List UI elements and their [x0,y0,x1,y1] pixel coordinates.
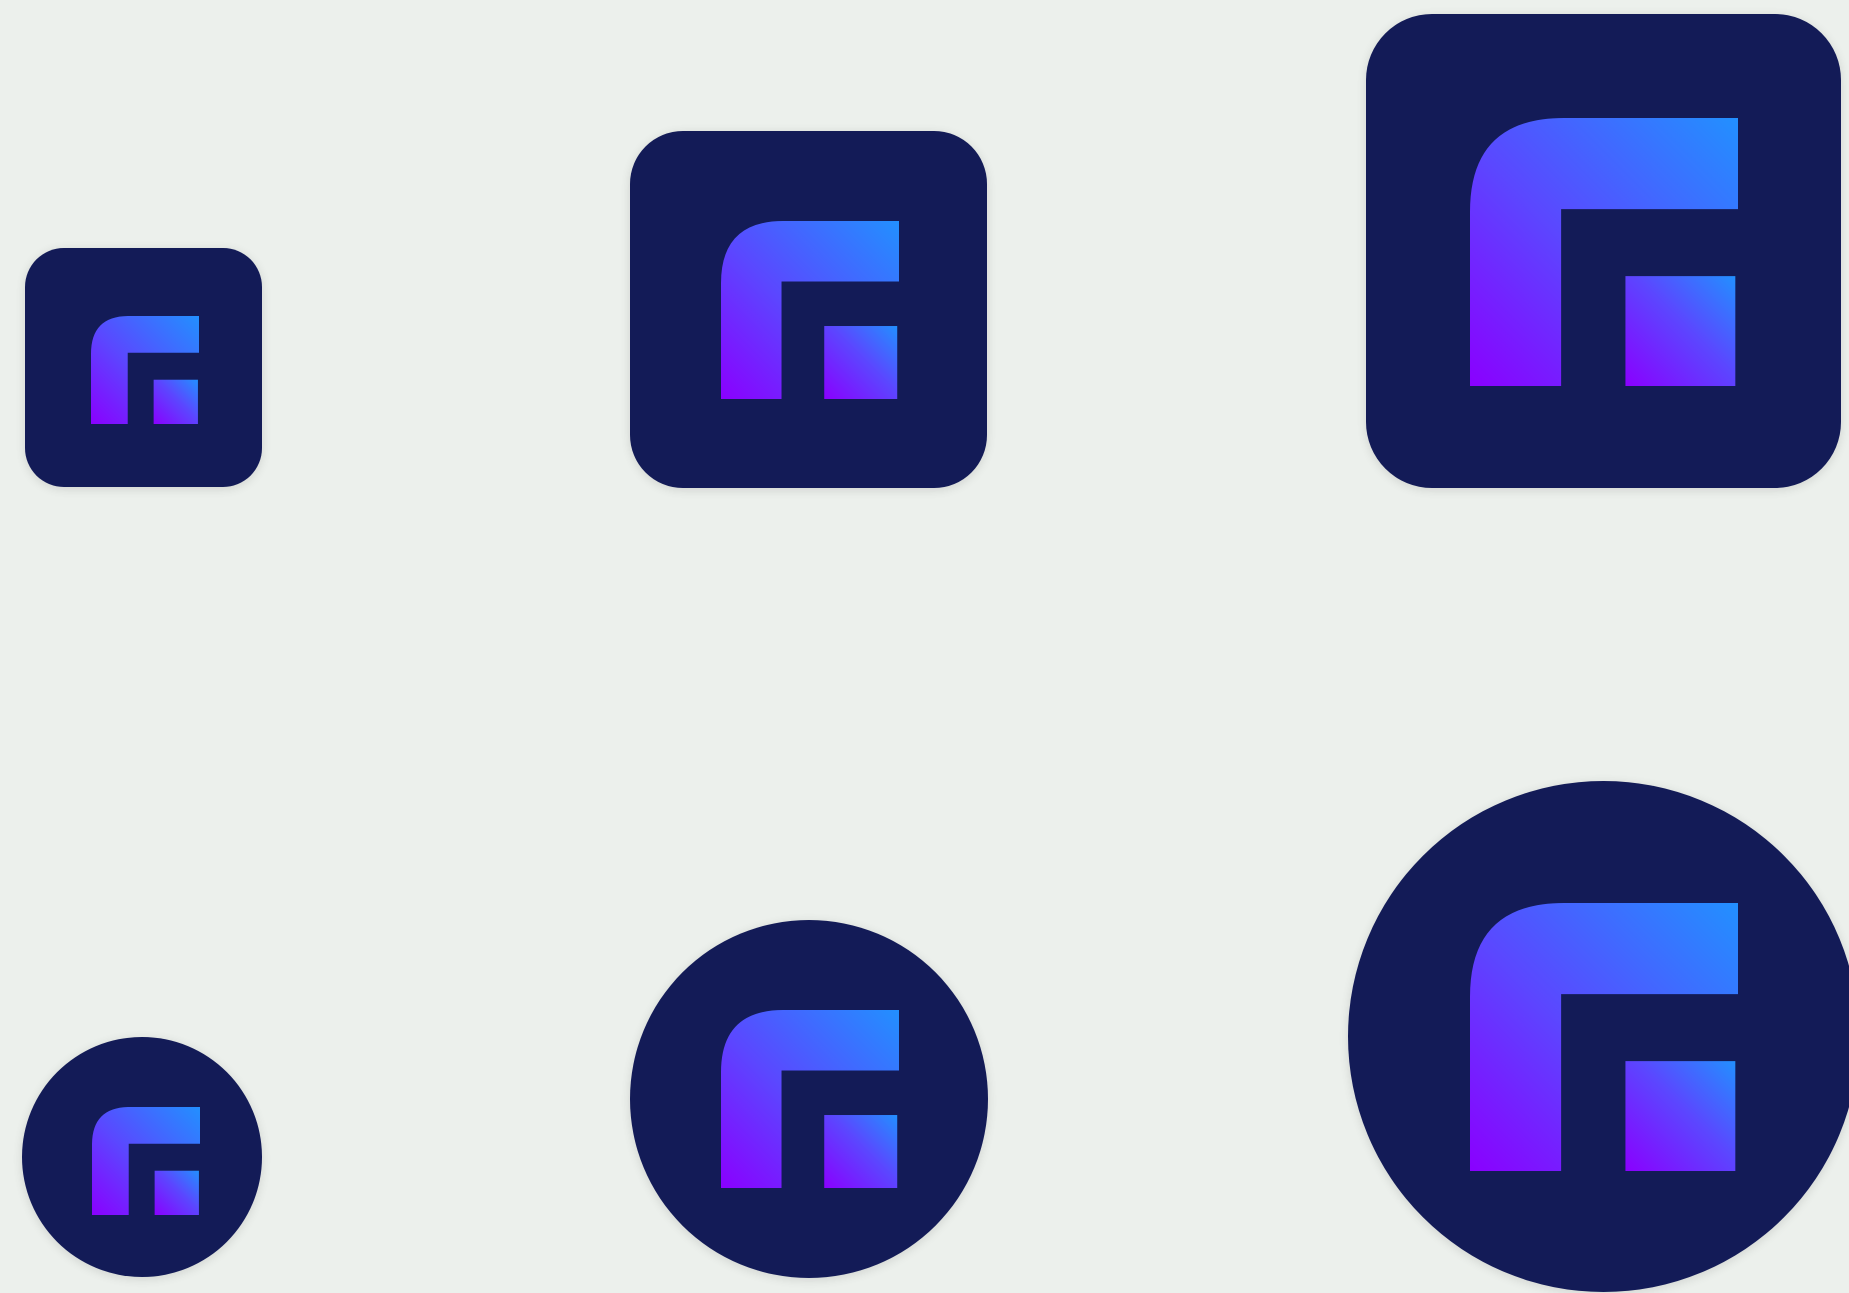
logo-square-shape [824,1115,898,1188]
logo-badge-circle-large [1348,781,1849,1292]
logo-badge-circle-small [22,1037,262,1277]
logo-badge-square-large [1366,14,1841,488]
logo-square-shape [1625,1061,1736,1171]
logo-badge-circle-medium [630,920,988,1278]
logo-square-shape [1625,276,1736,386]
logo-showcase [0,0,1849,1293]
logo-square-shape [153,379,198,424]
logo-mark-icon [92,1107,200,1215]
logo-square-shape [154,1170,199,1215]
logo-badge-square-medium [630,131,987,488]
logo-mark-icon [91,316,199,424]
logo-mark-icon [721,1010,899,1188]
logo-badge-square-small [25,248,262,487]
logo-mark-icon [1470,118,1738,386]
logo-mark-icon [1470,903,1738,1171]
logo-mark-icon [721,221,899,399]
logo-square-shape [824,326,898,399]
